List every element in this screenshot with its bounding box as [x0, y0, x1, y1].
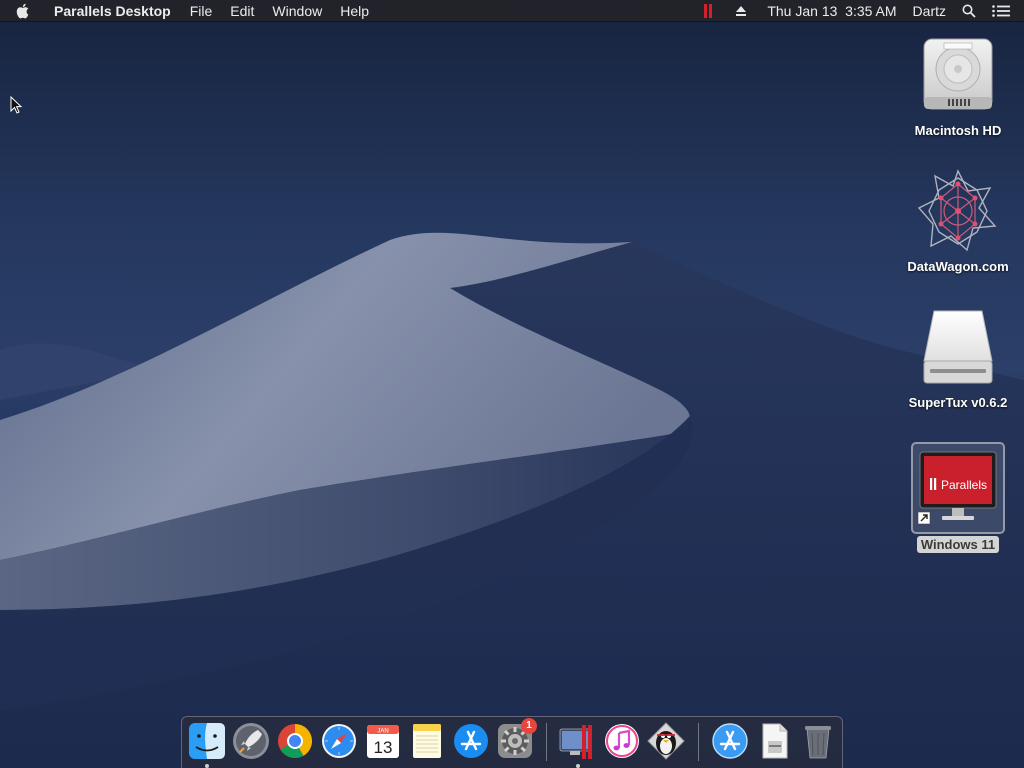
dock-trash[interactable] [798, 721, 838, 761]
spotlight-icon[interactable] [954, 0, 984, 22]
desktop-icon-macintosh-hd[interactable]: Macintosh HD [903, 30, 1013, 139]
dock-chrome[interactable] [275, 721, 315, 761]
menu-user[interactable]: Dartz [905, 0, 954, 22]
supertux-icon [647, 722, 685, 760]
menu-app-name[interactable]: Parallels Desktop [44, 0, 181, 22]
svg-text:Parallels: Parallels [941, 478, 987, 492]
desktop-icon-label: Macintosh HD [914, 123, 1002, 138]
dock-applications-folder[interactable] [710, 721, 750, 761]
safari-icon [322, 724, 356, 758]
calendar-icon: JAN 13 [367, 725, 399, 758]
desktop-icon-label: DataWagon.com [907, 259, 1009, 274]
dock-safari[interactable] [319, 721, 359, 761]
parallels-vm-icon: Parallels [911, 442, 1005, 534]
menu-bar: Parallels Desktop File Edit Window Help … [0, 0, 1024, 22]
dock-app-store[interactable] [451, 721, 491, 761]
dock-notes[interactable] [407, 721, 447, 761]
mouse-cursor-icon [10, 95, 23, 119]
menu-help[interactable]: Help [331, 0, 378, 22]
dock-finder[interactable] [187, 721, 227, 768]
desktop-icon-label: SuperTux v0.6.2 [908, 395, 1008, 410]
hard-drive-icon [913, 30, 1003, 120]
desktop-icon-datawagon[interactable]: DataWagon.com [903, 166, 1013, 275]
dunes-wallpaper [0, 232, 1024, 768]
dock-itunes[interactable] [602, 721, 642, 761]
calendar-day: 13 [374, 738, 393, 757]
notification-badge: 1 [521, 718, 537, 734]
notification-center-icon[interactable] [984, 0, 1024, 22]
desktop-wallpaper [0, 0, 1024, 768]
dock-separator [698, 723, 699, 761]
parallels-desktop-icon [559, 725, 592, 759]
dock-document[interactable] [754, 721, 794, 761]
datawagon-icon [913, 166, 1003, 256]
document-icon [762, 723, 788, 759]
itunes-icon [605, 724, 639, 758]
apple-icon[interactable] [0, 0, 44, 22]
calendar-month: JAN [377, 729, 388, 735]
dock: JAN 13 1 [181, 716, 843, 768]
menu-file[interactable]: File [181, 0, 222, 22]
dock-system-preferences[interactable]: 1 [495, 718, 537, 761]
desktop-icon-label: Windows 11 [916, 536, 1000, 553]
dock-parallels-desktop[interactable] [558, 721, 598, 768]
desktop-icon-supertux[interactable]: SuperTux v0.6.2 [903, 302, 1013, 411]
running-indicator [576, 764, 580, 768]
menu-window[interactable]: Window [263, 0, 331, 22]
dock-launchpad[interactable] [231, 721, 271, 761]
menu-clock[interactable]: Thu Jan 13 3:35 AM [759, 0, 904, 22]
running-indicator [205, 764, 209, 768]
desktop-icon-windows-11[interactable]: Parallels Windows 11 [903, 442, 1013, 553]
chrome-icon [278, 724, 312, 758]
finder-icon [189, 723, 225, 759]
launchpad-icon [233, 723, 269, 759]
notes-icon [413, 724, 441, 758]
app-store-icon [454, 724, 488, 758]
dock-calendar[interactable]: JAN 13 [363, 721, 403, 761]
trash-icon [805, 726, 831, 759]
applications-folder-icon [712, 723, 748, 759]
dock-supertux[interactable] [646, 721, 686, 761]
menu-edit[interactable]: Edit [221, 0, 263, 22]
eject-icon[interactable] [721, 0, 759, 22]
dock-separator [546, 723, 547, 761]
disk-image-icon [913, 302, 1003, 392]
parallels-status-icon[interactable] [695, 0, 721, 22]
